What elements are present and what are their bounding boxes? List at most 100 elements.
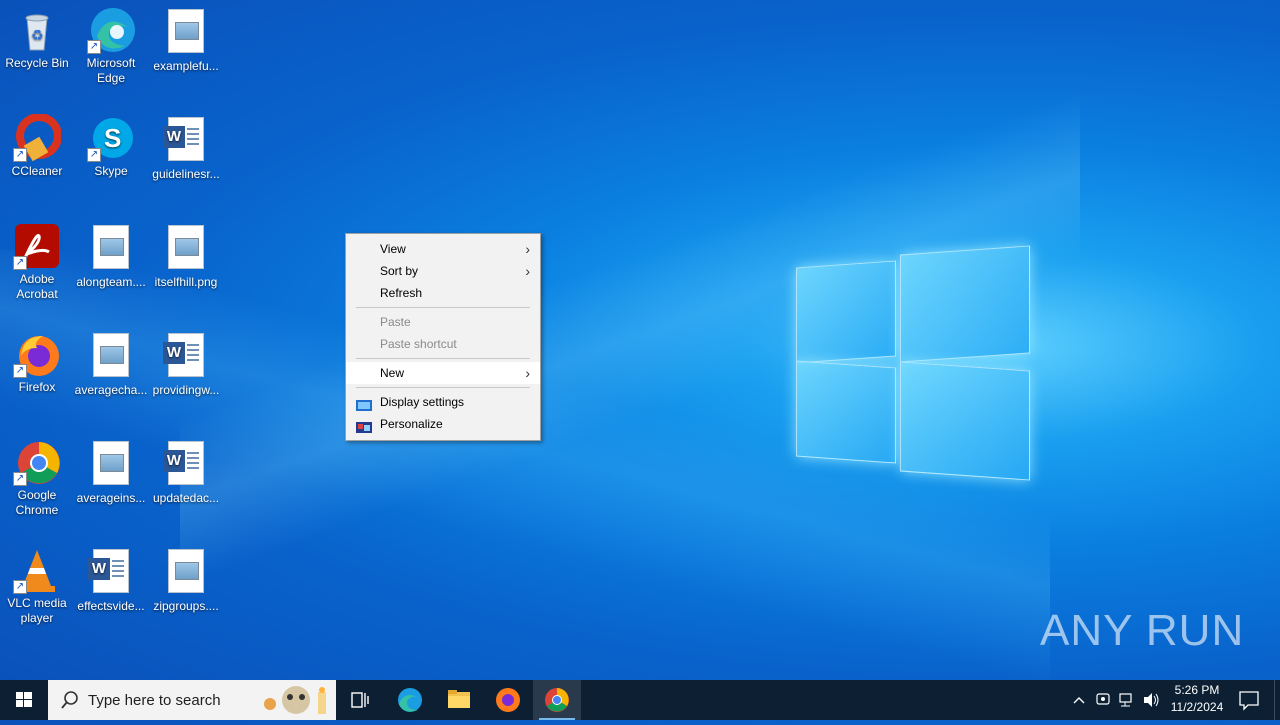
icon-label: zipgroups....: [153, 599, 219, 613]
image-file-icon: [162, 549, 210, 597]
icon-label: Recycle Bin: [5, 56, 69, 70]
menu-item-label: Personalize: [380, 417, 443, 431]
icon-label: Adobe Acrobat: [16, 272, 58, 301]
recycle-bin-icon: ♻: [13, 6, 61, 54]
shortcut-arrow-icon: ↗: [87, 148, 101, 162]
image-file-icon: [87, 225, 135, 273]
windows-start-icon: [16, 692, 32, 707]
submenu-arrow-icon: ›: [525, 365, 530, 381]
word-document-icon: W: [162, 117, 210, 165]
menu-item-label: Paste: [380, 315, 411, 329]
desktop-icon-file[interactable]: examplefu...: [149, 6, 223, 74]
image-file-icon: [87, 441, 135, 489]
desktop-icon-file[interactable]: alongteam....: [74, 222, 148, 290]
icon-label: VLC media player: [7, 596, 67, 625]
chrome-icon: ↗: [13, 438, 61, 486]
show-hidden-icons-chevron-icon[interactable]: [1071, 680, 1087, 720]
desktop-icon-file[interactable]: zipgroups....: [149, 546, 223, 614]
chrome-icon: [545, 688, 569, 712]
desktop-icon-file[interactable]: averageins...: [74, 438, 148, 506]
anyrun-watermark: ANY RUN: [1040, 606, 1245, 655]
taskbar-edge-button[interactable]: [386, 680, 434, 720]
word-document-icon: W: [87, 549, 135, 597]
menu-separator: [356, 358, 530, 359]
menu-item-paste: Paste: [346, 311, 540, 333]
desktop-icon-file[interactable]: W effectsvide...: [74, 546, 148, 614]
meet-now-icon[interactable]: [1094, 680, 1112, 720]
taskbar-file-explorer-button[interactable]: [435, 680, 483, 720]
folder-icon: [448, 690, 470, 708]
personalize-icon: [356, 418, 372, 433]
menu-item-label: View: [380, 242, 406, 256]
image-file-icon: [87, 333, 135, 381]
notification-center-icon[interactable]: [1234, 680, 1264, 720]
svg-text:S: S: [104, 123, 121, 153]
network-icon[interactable]: [1117, 680, 1137, 720]
volume-icon[interactable]: [1141, 680, 1161, 720]
desktop-icon-ccleaner[interactable]: ↗ CCleaner: [0, 113, 74, 179]
menu-separator: [356, 387, 530, 388]
menu-item-sort-by[interactable]: Sort by ›: [346, 260, 540, 282]
desktop-icon-file[interactable]: itselfhill.png: [149, 222, 223, 290]
desktop-icon-chrome[interactable]: ↗ Google Chrome: [0, 438, 74, 518]
menu-separator: [356, 307, 530, 308]
show-desktop-divider[interactable]: [1274, 680, 1275, 720]
icon-label: Microsoft Edge: [86, 56, 136, 85]
ccleaner-icon: ↗: [13, 113, 62, 162]
shortcut-arrow-icon: ↗: [13, 256, 27, 270]
desktop-icon-firefox[interactable]: ↗ Firefox: [0, 330, 74, 395]
menu-item-label: Display settings: [380, 395, 465, 409]
acrobat-icon: ↗: [13, 222, 61, 270]
shortcut-arrow-icon: ↗: [87, 40, 101, 54]
taskbar-search-box[interactable]: Type here to search: [48, 680, 336, 720]
image-file-icon: [162, 225, 210, 273]
menu-item-new[interactable]: New ›: [346, 362, 540, 384]
clock-date: 11/2/2024: [1170, 700, 1224, 714]
icon-label: alongteam....: [76, 275, 146, 289]
taskbar-firefox-button[interactable]: [484, 680, 532, 720]
menu-item-view[interactable]: View ›: [346, 238, 540, 260]
desktop-icon-edge[interactable]: ↗ Microsoft Edge: [74, 6, 148, 86]
icon-label: guidelinesr...: [152, 167, 220, 181]
icon-label: examplefu...: [153, 59, 219, 73]
desktop-icon-file[interactable]: W guidelinesr...: [149, 114, 223, 182]
desktop-icon-adobe-acrobat[interactable]: ↗ Adobe Acrobat: [0, 222, 74, 302]
taskbar-chrome-button[interactable]: [533, 680, 581, 720]
desktop-icon-recycle-bin[interactable]: ♻ Recycle Bin: [0, 6, 74, 71]
icon-label: Skype: [94, 164, 128, 178]
search-icon: [61, 691, 78, 709]
word-document-icon: W: [162, 333, 210, 381]
desktop-icon-file[interactable]: W updatedac...: [149, 438, 223, 506]
edge-icon: [398, 688, 422, 712]
submenu-arrow-icon: ›: [525, 241, 530, 257]
image-file-icon: [162, 9, 210, 57]
taskbar: Type here to search 5:26 PM 11/2/2024: [0, 680, 1280, 720]
edge-icon: ↗: [87, 6, 135, 54]
task-view-button[interactable]: [336, 680, 384, 720]
icon-label: Firefox: [18, 380, 56, 394]
icon-label: itselfhill.png: [154, 275, 218, 289]
shortcut-arrow-icon: ↗: [13, 148, 27, 162]
desktop-icon-skype[interactable]: S ↗ Skype: [74, 114, 148, 179]
desktop-icon-file[interactable]: W providingw...: [149, 330, 223, 398]
shortcut-arrow-icon: ↗: [13, 580, 27, 594]
menu-item-display-settings[interactable]: Display settings: [346, 391, 540, 413]
desktop-icon-file[interactable]: averagecha...: [74, 330, 148, 398]
icon-label: providingw...: [152, 383, 220, 397]
system-clock[interactable]: 5:26 PM 11/2/2024: [1164, 682, 1230, 716]
word-document-icon: W: [162, 441, 210, 489]
menu-item-label: Refresh: [380, 286, 423, 300]
menu-item-paste-shortcut: Paste shortcut: [346, 333, 540, 355]
display-settings-icon: [356, 396, 372, 411]
start-button[interactable]: [0, 680, 48, 720]
desktop-icon-vlc[interactable]: ↗ VLC media player: [0, 546, 74, 626]
icon-label: updatedac...: [152, 491, 220, 505]
task-view-icon: [351, 692, 369, 708]
search-placeholder: Type here to search: [88, 692, 221, 709]
icon-label: effectsvide...: [77, 599, 145, 613]
menu-item-personalize[interactable]: Personalize: [346, 413, 540, 435]
skype-icon: S ↗: [87, 114, 135, 162]
svg-text:♻: ♻: [31, 27, 44, 43]
menu-item-refresh[interactable]: Refresh: [346, 282, 540, 304]
icon-label: averagecha...: [74, 383, 148, 397]
